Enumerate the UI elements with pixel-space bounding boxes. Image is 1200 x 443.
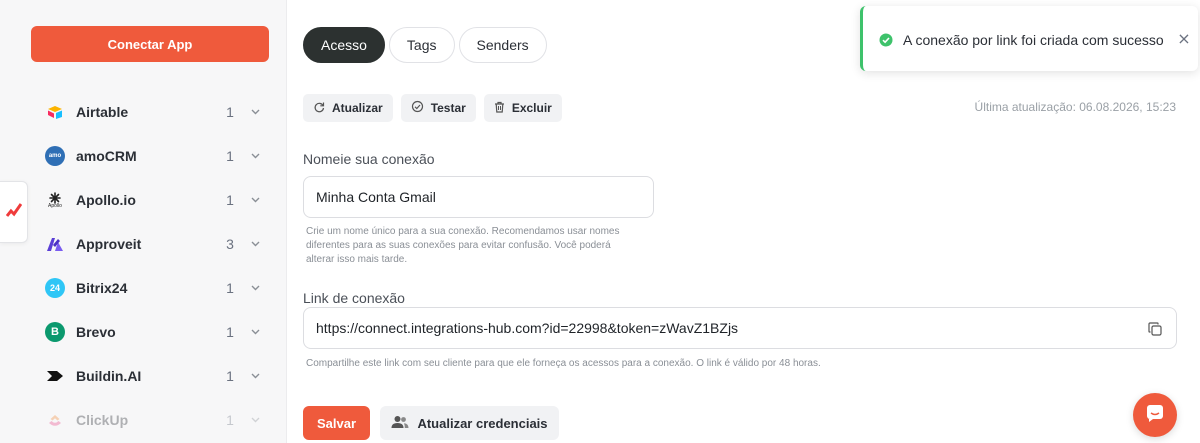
connect-app-button[interactable]: Conectar App bbox=[31, 26, 269, 62]
connection-name-input[interactable] bbox=[303, 176, 654, 218]
update-credentials-label: Atualizar credenciais bbox=[417, 415, 548, 431]
toolbar: Atualizar Testar Excluir bbox=[303, 94, 562, 122]
test-label: Testar bbox=[430, 101, 466, 115]
app-name: Bitrix24 bbox=[76, 280, 128, 296]
save-button[interactable]: Salvar bbox=[303, 406, 370, 440]
tab-tags[interactable]: Tags bbox=[388, 27, 455, 63]
brevo-icon: B bbox=[45, 322, 65, 342]
chevron-down-icon[interactable] bbox=[249, 150, 261, 162]
test-button[interactable]: Testar bbox=[400, 94, 476, 122]
connection-link-field[interactable] bbox=[303, 307, 1177, 349]
connection-name-label: Nomeie sua conexão bbox=[303, 151, 435, 167]
app-count: 1 bbox=[226, 412, 234, 428]
trash-icon bbox=[494, 101, 505, 116]
chevron-down-icon[interactable] bbox=[249, 326, 261, 338]
app-item-apollo[interactable]: Apollo Apollo.io 1 bbox=[0, 178, 287, 222]
app-item-brevo[interactable]: B Brevo 1 bbox=[0, 310, 287, 354]
buildin-ai-icon bbox=[45, 366, 65, 386]
app-name: ClickUp bbox=[76, 412, 129, 428]
delete-button[interactable]: Excluir bbox=[483, 94, 562, 122]
app-list: Airtable 1 amo amoCRM 1 Apollo Apollo.io… bbox=[0, 90, 287, 442]
refresh-icon bbox=[313, 101, 325, 116]
chevron-down-icon[interactable] bbox=[249, 238, 261, 250]
connection-link-help: Compartilhe este link com seu cliente pa… bbox=[306, 358, 821, 369]
users-icon bbox=[391, 415, 409, 432]
help-line: Crie um nome único para a sua conexão. R… bbox=[306, 226, 620, 237]
chat-icon bbox=[1145, 403, 1165, 428]
app-count: 1 bbox=[226, 192, 234, 208]
help-line: diferentes para as suas conexões para ev… bbox=[306, 240, 611, 251]
toast-message: A conexão por link foi criada com sucess… bbox=[903, 32, 1164, 48]
chevron-down-icon[interactable] bbox=[249, 370, 261, 382]
update-credentials-button[interactable]: Atualizar credenciais bbox=[380, 406, 559, 440]
refresh-button[interactable]: Atualizar bbox=[303, 94, 393, 122]
help-line: alterar isso mais tarde. bbox=[306, 254, 408, 265]
success-toast: A conexão por link foi criada com sucess… bbox=[860, 6, 1198, 71]
sidebar: Conectar App Airtable 1 amo amoCRM 1 Apo… bbox=[0, 0, 287, 443]
app-name: Buildin.AI bbox=[76, 368, 142, 384]
refresh-label: Atualizar bbox=[332, 101, 383, 115]
delete-label: Excluir bbox=[511, 101, 552, 115]
connection-tabs: Acesso Tags Senders bbox=[303, 27, 547, 63]
check-circle-icon bbox=[879, 33, 893, 47]
app-name: amoCRM bbox=[76, 148, 137, 164]
clickup-icon bbox=[45, 410, 65, 430]
brand-logo-icon bbox=[5, 201, 22, 224]
app-name: Approveit bbox=[76, 236, 142, 252]
app-name: Brevo bbox=[76, 324, 116, 340]
tab-acesso[interactable]: Acesso bbox=[303, 27, 385, 63]
app-count: 1 bbox=[226, 148, 234, 164]
app-item-bitrix24[interactable]: 24 Bitrix24 1 bbox=[0, 266, 287, 310]
app-count: 1 bbox=[226, 324, 234, 340]
amocrm-icon: amo bbox=[45, 146, 65, 166]
close-icon[interactable]: × bbox=[1177, 31, 1191, 47]
app-count: 1 bbox=[226, 368, 234, 384]
app-name: Apollo.io bbox=[76, 192, 136, 208]
chevron-down-icon[interactable] bbox=[249, 414, 261, 426]
connection-link-label: Link de conexão bbox=[303, 290, 405, 306]
app-count: 1 bbox=[226, 104, 234, 120]
airtable-icon bbox=[45, 102, 65, 122]
apollo-icon: Apollo bbox=[45, 190, 65, 210]
apollo-icon-label: Apollo bbox=[48, 202, 62, 209]
app-item-buildin-ai[interactable]: Buildin.AI 1 bbox=[0, 354, 287, 398]
connection-name-help: Crie um nome único para a sua conexão. R… bbox=[306, 225, 620, 267]
chevron-down-icon[interactable] bbox=[249, 282, 261, 294]
app-item-airtable[interactable]: Airtable 1 bbox=[0, 90, 287, 134]
last-update-timestamp: Última atualização: 06.08.2026, 15:23 bbox=[974, 100, 1176, 114]
app-count: 3 bbox=[226, 236, 234, 252]
bitrix24-icon: 24 bbox=[45, 278, 65, 298]
test-icon bbox=[411, 100, 424, 116]
app-item-amocrm[interactable]: amo amoCRM 1 bbox=[0, 134, 287, 178]
copy-icon[interactable] bbox=[1145, 319, 1165, 339]
app-count: 1 bbox=[226, 280, 234, 296]
approveit-icon bbox=[45, 234, 65, 254]
chat-widget-button[interactable] bbox=[1133, 393, 1177, 437]
tab-senders[interactable]: Senders bbox=[458, 27, 547, 63]
chevron-down-icon[interactable] bbox=[249, 194, 261, 206]
app-item-clickup[interactable]: ClickUp 1 bbox=[0, 398, 287, 442]
side-panel-toggle[interactable] bbox=[0, 181, 28, 243]
chevron-down-icon[interactable] bbox=[249, 106, 261, 118]
app-name: Airtable bbox=[76, 104, 129, 120]
app-item-approveit[interactable]: Approveit 3 bbox=[0, 222, 287, 266]
